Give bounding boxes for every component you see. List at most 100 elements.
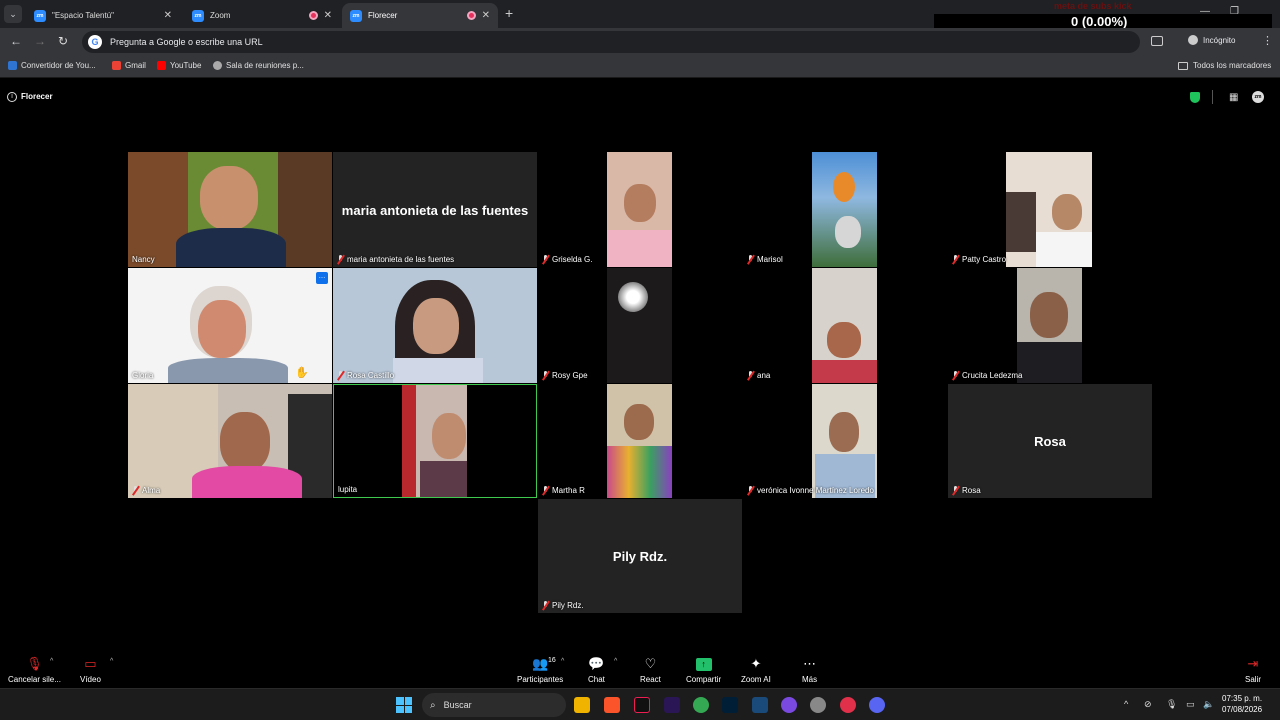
muted-mic-icon (747, 255, 754, 264)
video-person-face (829, 412, 859, 452)
address-bar[interactable]: G Pregunta a Google o escribe una URL (82, 31, 1140, 53)
stream-goal-label: meta de subs kick (1054, 1, 1132, 11)
video-person-face (624, 184, 656, 222)
sparkle-icon: ✦ (750, 656, 762, 671)
tile-options-icon[interactable]: … (316, 272, 328, 284)
participant-tile[interactable]: Rosa Castillo (333, 268, 537, 383)
new-tab-icon[interactable]: + (505, 5, 513, 21)
participant-tile[interactable]: maria antonieta de las fuentes maria ant… (333, 152, 537, 267)
video-bookshelf (278, 152, 332, 267)
zoom-ai-button[interactable]: ✦ Zoom AI (741, 656, 771, 684)
muted-mic-icon (952, 486, 959, 495)
more-button[interactable]: ⋯ Más (802, 656, 817, 684)
participant-tile[interactable]: Marisol (743, 152, 947, 267)
participant-name: Alma (132, 486, 160, 495)
incognito-badge[interactable]: Incógnito (1188, 35, 1235, 45)
video-person-face (624, 404, 654, 440)
tab-search-button[interactable]: ⌄ (4, 5, 22, 23)
microphone-tray-icon[interactable]: 🎙 (1166, 699, 1177, 710)
leave-button[interactable]: ⇥ Salir (1245, 656, 1261, 684)
participant-tile[interactable]: Crucita Ledezma (948, 268, 1152, 383)
muted-mic-icon (542, 255, 549, 264)
audio-options-caret-icon[interactable]: ^ (50, 658, 53, 665)
participant-tile[interactable]: Martha R (538, 384, 742, 498)
network-off-icon[interactable]: ⊘ (1144, 699, 1152, 710)
bookmarks-bar: Convertidor de You... Gmail YouTube Sala… (0, 56, 1280, 78)
participant-tile[interactable]: Patty Castro (948, 152, 1152, 267)
participant-name: Rosa (952, 486, 981, 495)
bookmark-item[interactable]: Sala de reuniones p... (213, 61, 304, 70)
participant-tile[interactable]: Griselda G. (538, 152, 742, 267)
taskbar-search[interactable]: ⌕ Buscar (422, 693, 566, 717)
close-tab-icon[interactable]: ✕ (482, 10, 490, 21)
participant-tile[interactable]: Pily Rdz. Pily Rdz. (538, 499, 742, 613)
screen: { "browser": { "tabs": [ {"title": "\"Es… (0, 0, 1280, 720)
video-person-face (827, 322, 861, 358)
participant-tile[interactable]: Rosy Gpe (538, 268, 742, 383)
volume-icon[interactable]: 🔈 (1203, 699, 1214, 710)
encryption-shield-icon[interactable] (1190, 92, 1200, 103)
side-panel-icon[interactable] (1151, 36, 1163, 46)
globe-icon (213, 61, 222, 70)
participant-tile-active-speaker[interactable]: lupita (333, 384, 537, 498)
tray-overflow-icon[interactable]: ^ (1124, 699, 1128, 709)
participant-name: maria antonieta de las fuentes (337, 255, 454, 264)
participants-button[interactable]: 👥 Participantes (517, 656, 563, 684)
participant-count-badge: 16 (548, 657, 556, 664)
participant-tile[interactable]: … ✋ Gloria (128, 268, 332, 383)
tiktok-icon[interactable] (634, 697, 650, 713)
bookmark-item[interactable]: YouTube (157, 61, 201, 70)
video-options-caret-icon[interactable]: ^ (110, 658, 113, 665)
participant-tile[interactable]: verónica Ivonne Martínez Loredo (743, 384, 947, 498)
file-explorer-icon[interactable] (574, 697, 590, 713)
participant-tile[interactable]: Rosa Rosa (948, 384, 1152, 498)
taskbar-clock[interactable]: 07:35 p. m. 07/08/2026 (1222, 693, 1262, 715)
share-screen-button[interactable]: ↑ Compartir (686, 656, 721, 684)
obs-icon[interactable] (781, 697, 797, 713)
tab-florecer[interactable]: zm Florecer ✕ (342, 3, 498, 28)
react-button[interactable]: ♡ React (640, 656, 661, 684)
back-icon[interactable]: ← (10, 34, 22, 48)
participant-avatar-name: Pily Rdz. (612, 549, 668, 564)
browser-menu-icon[interactable]: ⋮ (1262, 34, 1273, 47)
raised-hand-icon: ✋ (295, 367, 309, 379)
all-bookmarks-button[interactable]: Todos los marcadores (1178, 61, 1271, 70)
participant-name: Griselda G. (542, 255, 592, 264)
view-grid-icon[interactable]: ▦ (1229, 92, 1238, 103)
header-divider (1212, 90, 1213, 104)
tab-zoom[interactable]: zm Zoom ✕ (184, 3, 340, 28)
tab-espacio-talentu[interactable]: zm "Espacio Talentú" ✕ (26, 3, 180, 28)
discord-icon[interactable] (869, 697, 885, 713)
forward-icon[interactable]: → (34, 34, 46, 48)
premiere-pro-icon[interactable] (664, 697, 680, 713)
bookmark-item[interactable]: Convertidor de You... (8, 61, 96, 70)
participant-tile[interactable]: Alma (128, 384, 332, 498)
zoom-logo-icon[interactable]: zm (1252, 91, 1264, 103)
photoshop-icon[interactable] (722, 697, 738, 713)
participant-tile[interactable]: Nancy (128, 152, 332, 267)
windows-start-icon[interactable] (396, 697, 412, 713)
bookmark-label: Sala de reuniones p... (226, 61, 304, 70)
video-editor-icon[interactable] (752, 697, 768, 713)
chat-options-caret-icon[interactable]: ^ (614, 658, 617, 665)
chat-button[interactable]: 💬 Chat (588, 656, 605, 684)
app-icon[interactable] (810, 697, 826, 713)
muted-mic-icon (337, 371, 344, 380)
chrome-icon[interactable] (693, 697, 709, 713)
video-button[interactable]: ▭ Vídeo (80, 656, 101, 684)
reload-icon[interactable]: ↻ (58, 34, 68, 48)
close-tab-icon[interactable]: ✕ (164, 10, 172, 21)
video-label: Vídeo (80, 675, 101, 684)
participants-options-caret-icon[interactable]: ^ (561, 658, 564, 665)
participant-tile[interactable]: ana (743, 268, 947, 383)
brave-browser-icon[interactable] (604, 697, 620, 713)
meeting-info-icon[interactable]: i (7, 92, 17, 102)
close-tab-icon[interactable]: ✕ (324, 10, 332, 21)
participant-avatar-name: Rosa (1034, 434, 1066, 449)
display-icon[interactable]: ▭ (1186, 699, 1195, 710)
app-icon[interactable] (840, 697, 856, 713)
participant-name: lupita (338, 485, 358, 494)
stream-goal-count: 0 (0.00%) (1071, 14, 1128, 29)
bookmark-item[interactable]: Gmail (112, 61, 146, 70)
meeting-controls-bar: 🎙 Cancelar sile... ^ ▭ Vídeo ^ 👥 Partici… (0, 650, 1280, 688)
